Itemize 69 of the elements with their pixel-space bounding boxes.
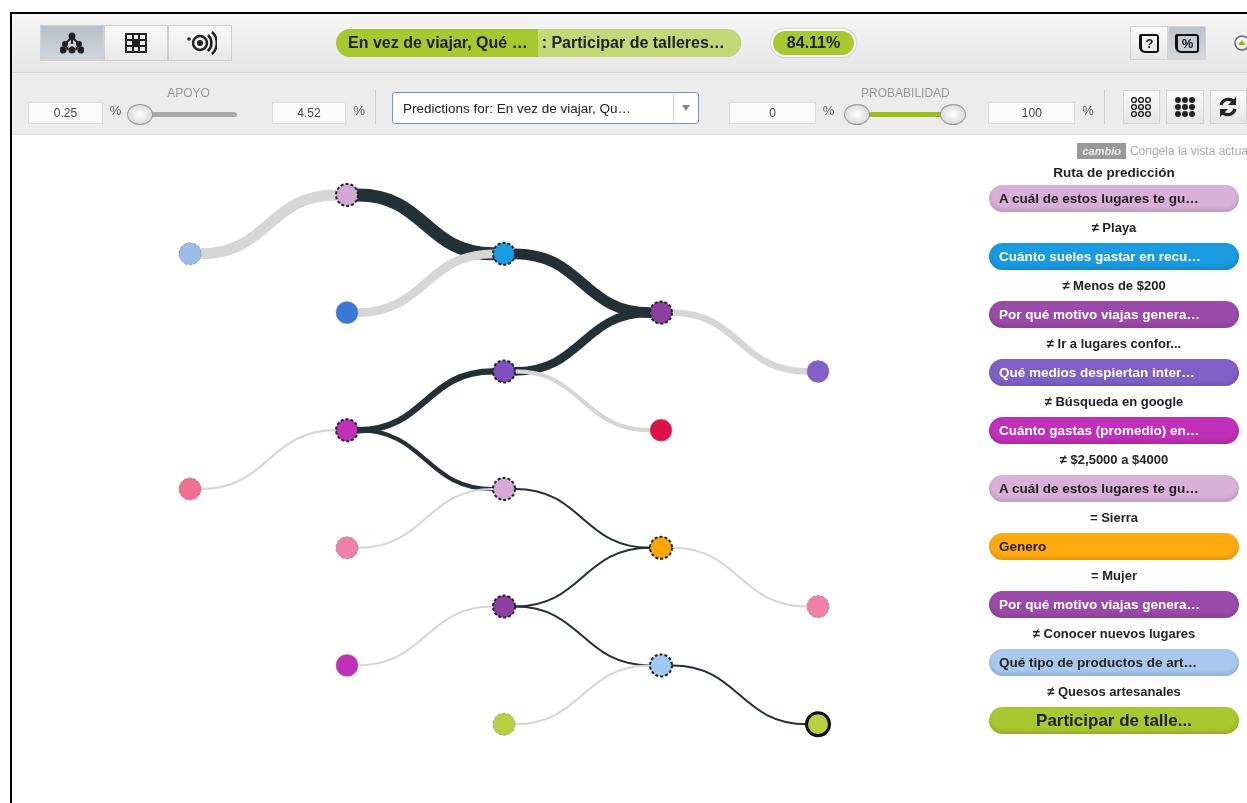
tree-node[interactable]	[492, 359, 516, 384]
prediction-dropdown[interactable]: Predictions for: En vez de viajar, Qu…	[391, 92, 700, 124]
path-node-label[interactable]: A cuál de estos lugares te gu…	[989, 185, 1239, 212]
tree-node[interactable]	[335, 536, 359, 560]
confidence-badge: 84.11%	[770, 29, 857, 57]
tree-node[interactable]	[335, 418, 359, 443]
tree-node[interactable]	[806, 595, 830, 619]
condition-label: ≠ Playa	[1091, 219, 1137, 237]
answer-text: : Participar de talleres…	[537, 29, 741, 57]
dot-grid-icon	[1131, 97, 1152, 117]
tree-node[interactable]	[178, 242, 202, 266]
condition-label: ≠ Conocer nuevos lugares	[1032, 625, 1196, 643]
grid-filled-button[interactable]	[1166, 90, 1204, 124]
tree-node[interactable]	[492, 594, 516, 619]
label-toggle-button[interactable]: %	[1168, 26, 1206, 60]
unit-label: %	[1082, 103, 1094, 118]
dot-grid-icon	[1174, 97, 1195, 117]
tree-node[interactable]	[649, 300, 673, 325]
hierarchy-icon	[60, 32, 84, 54]
path-node-label[interactable]: Por qué motivo viajas genera…	[989, 301, 1239, 328]
condition-label: ≠ Quesos artesanales	[1047, 683, 1181, 701]
min-support-field[interactable]: 0.25	[28, 102, 103, 124]
view-button[interactable]	[40, 25, 104, 61]
tree-node[interactable]	[335, 653, 359, 677]
path-node-label[interactable]: A cuál de estos lugares te gu…	[989, 475, 1239, 502]
unit-label: %	[822, 103, 835, 118]
unit-label: %	[353, 103, 365, 118]
condition-label: ≠ Menos de $200	[1062, 277, 1166, 295]
slider-thumb[interactable]	[127, 103, 154, 125]
panel-heading: Ruta de predicción	[1053, 165, 1175, 180]
path-node-label[interactable]: Qué medios despiertan inter…	[989, 359, 1239, 386]
condition-label: ≠ $2,5000 a $4000	[1059, 451, 1169, 469]
tree-node[interactable]	[492, 241, 516, 266]
refresh-button[interactable]	[1209, 90, 1247, 124]
view-button[interactable]	[104, 25, 168, 61]
max-probability-field[interactable]: 100	[988, 102, 1076, 124]
tree-node[interactable]	[492, 477, 516, 501]
path-node-label[interactable]: Qué tipo de productos de art…	[989, 649, 1239, 676]
unit-label: %	[109, 103, 122, 118]
condition-label: = Mujer	[1091, 567, 1137, 585]
tree-node[interactable]	[335, 301, 359, 325]
tree-node[interactable]	[335, 183, 359, 207]
condition-label: ≠ Búsqueda en google	[1044, 393, 1184, 411]
tree-node[interactable]	[492, 712, 516, 736]
view-button[interactable]	[168, 25, 232, 61]
grid-icon	[125, 33, 147, 53]
tree-node[interactable]	[649, 535, 673, 560]
grid-outline-button[interactable]	[1122, 90, 1161, 124]
tree-node[interactable]	[178, 477, 202, 501]
tree-node[interactable]	[805, 711, 831, 738]
slider-label: APOYO	[167, 86, 210, 100]
tree-node[interactable]	[649, 418, 673, 442]
slider-thumb[interactable]	[940, 103, 967, 125]
refresh-icon	[1217, 96, 1240, 118]
condition-label: ≠ Ir a lugares confor...	[1046, 335, 1182, 353]
tree-node[interactable]	[806, 359, 830, 383]
max-support-field[interactable]: 4.52	[271, 102, 347, 124]
circle-triangle-icon[interactable]	[1234, 35, 1247, 51]
question-text: En vez de viajar, Qué …	[347, 34, 529, 52]
slider-label: PROBABILIDAD	[861, 86, 950, 100]
path-node-label[interactable]: Genero	[989, 533, 1239, 560]
label-toggle-button[interactable]: ?	[1130, 26, 1168, 60]
tree-node[interactable]	[649, 653, 673, 678]
condition-label: = Sierra	[1089, 509, 1139, 527]
path-node-label[interactable]: Cuánto gastas (promedio) en…	[989, 417, 1239, 444]
prediction-result: Participar de talle...	[989, 707, 1239, 734]
min-probability-field[interactable]: 0	[729, 102, 816, 124]
path-node-label[interactable]: Por qué motivo viajas genera…	[989, 591, 1239, 618]
slider-thumb[interactable]	[844, 103, 871, 125]
